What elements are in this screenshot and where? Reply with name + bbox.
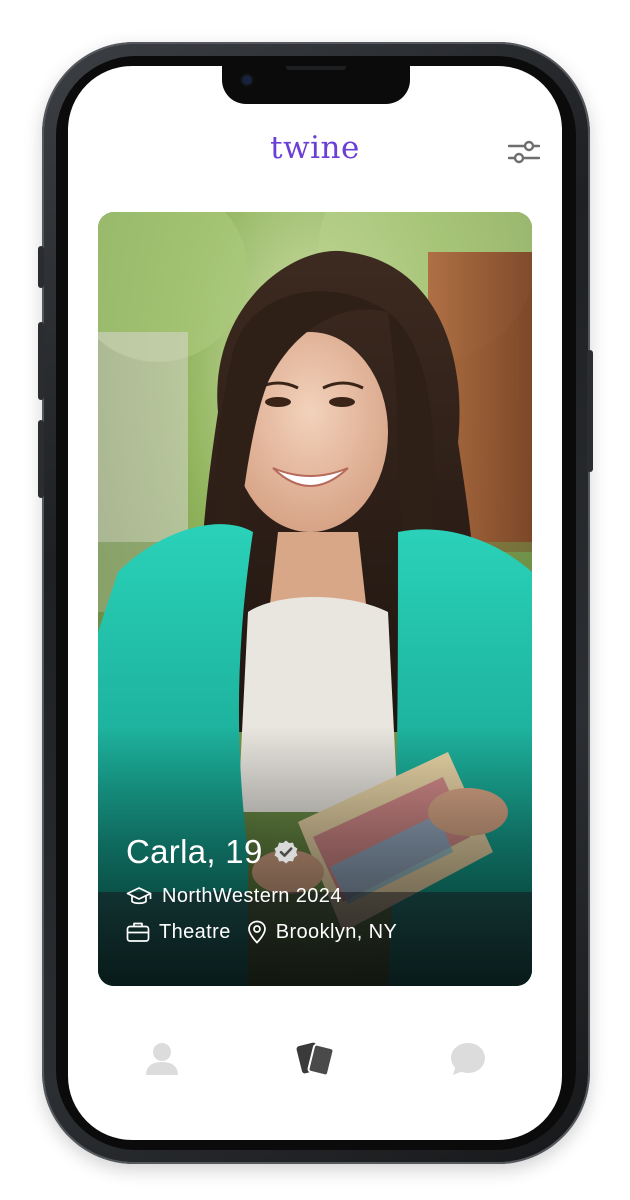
graduation-cap-icon — [126, 886, 152, 908]
power-button — [587, 350, 593, 472]
location-group: Brooklyn, NY — [247, 920, 398, 944]
profile-card[interactable]: Carla, 19 NorthWestern 2024 Theatre Broo… — [98, 212, 532, 986]
school-text: NorthWestern 2024 — [162, 885, 342, 907]
interest-text: Theatre — [159, 920, 231, 943]
check-badge-icon — [273, 839, 299, 865]
volume-up-button — [38, 322, 44, 400]
name-row: Carla, 19 — [126, 833, 512, 871]
sliders-icon — [507, 138, 541, 166]
interest-group: Theatre — [126, 921, 231, 944]
cards-icon — [295, 1041, 335, 1077]
details-row: Theatre Brooklyn, NY — [126, 920, 512, 944]
school-row: NorthWestern 2024 — [126, 885, 512, 908]
notch — [222, 66, 410, 104]
filter-button[interactable] — [504, 132, 544, 172]
front-camera — [242, 75, 252, 85]
silent-switch — [38, 246, 44, 288]
speaker — [286, 66, 346, 70]
profile-name: Carla, 19 — [126, 833, 263, 870]
bottom-nav — [68, 1034, 562, 1084]
chat-bubble-icon — [449, 1041, 487, 1077]
app-logo: twine — [270, 130, 360, 166]
nav-profile-button[interactable] — [137, 1034, 187, 1084]
map-pin-icon — [247, 920, 267, 944]
nav-chat-button[interactable] — [443, 1034, 493, 1084]
stage: twine Carla, 19 NorthWestern 2024 Theatr… — [0, 0, 630, 1200]
profile-info: Carla, 19 NorthWestern 2024 Theatre Broo… — [126, 833, 512, 956]
nav-cards-button[interactable] — [290, 1034, 340, 1084]
briefcase-icon — [126, 921, 150, 943]
location-text: Brooklyn, NY — [275, 920, 398, 943]
volume-down-button — [38, 420, 44, 498]
person-icon — [144, 1042, 180, 1076]
app-screen: twine Carla, 19 NorthWestern 2024 Theatr… — [68, 66, 562, 1140]
